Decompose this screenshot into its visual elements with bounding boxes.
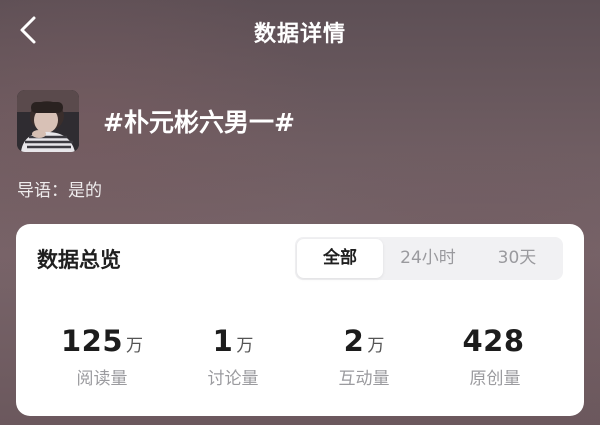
guide-value: 是的 [68, 181, 102, 201]
topic-avatar[interactable] [17, 90, 79, 152]
avatar-image [17, 90, 79, 152]
stat-interaction-count: 2万 互动量 [293, 324, 435, 389]
stat-discussion-count: 1万 讨论量 [162, 324, 304, 389]
stat-label: 原创量 [469, 369, 521, 389]
top-bar: 数据详情 [0, 0, 600, 64]
guide-label: 导语： [17, 181, 68, 201]
stat-unit: 万 [126, 336, 144, 356]
tab-30-days[interactable]: 30天 [473, 237, 561, 280]
topic-title: #朴元彬六男一# [103, 108, 295, 137]
stat-read-count: 125 万 阅读量 [31, 324, 173, 389]
time-range-tabs: 全部 24小时 30天 [295, 237, 563, 280]
stat-unit: 万 [236, 336, 254, 356]
stat-value: 1 [212, 324, 234, 358]
stat-label: 阅读量 [76, 369, 128, 389]
stat-unit: 万 [367, 336, 385, 356]
tab-all[interactable]: 全部 [297, 239, 383, 278]
stat-value-row: 125 万 [31, 324, 173, 360]
page-title: 数据详情 [253, 22, 346, 47]
stat-value-row: 1万 [162, 324, 304, 360]
stat-original-count: 428 原创量 [424, 324, 566, 389]
stat-value: 428 [462, 324, 525, 358]
stat-value-row: 2万 [293, 324, 435, 360]
overview-title: 数据总览 [37, 248, 121, 272]
tab-24-hours[interactable]: 24小时 [385, 237, 471, 280]
stat-value-row: 428 [424, 324, 566, 360]
topic-guide: 导语：是的 [17, 176, 102, 201]
stat-value: 2 [343, 324, 365, 358]
stat-label: 讨论量 [207, 369, 259, 389]
stat-label: 互动量 [338, 369, 390, 389]
stat-value: 125 [60, 324, 124, 358]
data-overview-card: 数据总览 全部 24小时 30天 125 万 阅读量 1万 讨论量 2万 互动量 … [16, 224, 584, 416]
